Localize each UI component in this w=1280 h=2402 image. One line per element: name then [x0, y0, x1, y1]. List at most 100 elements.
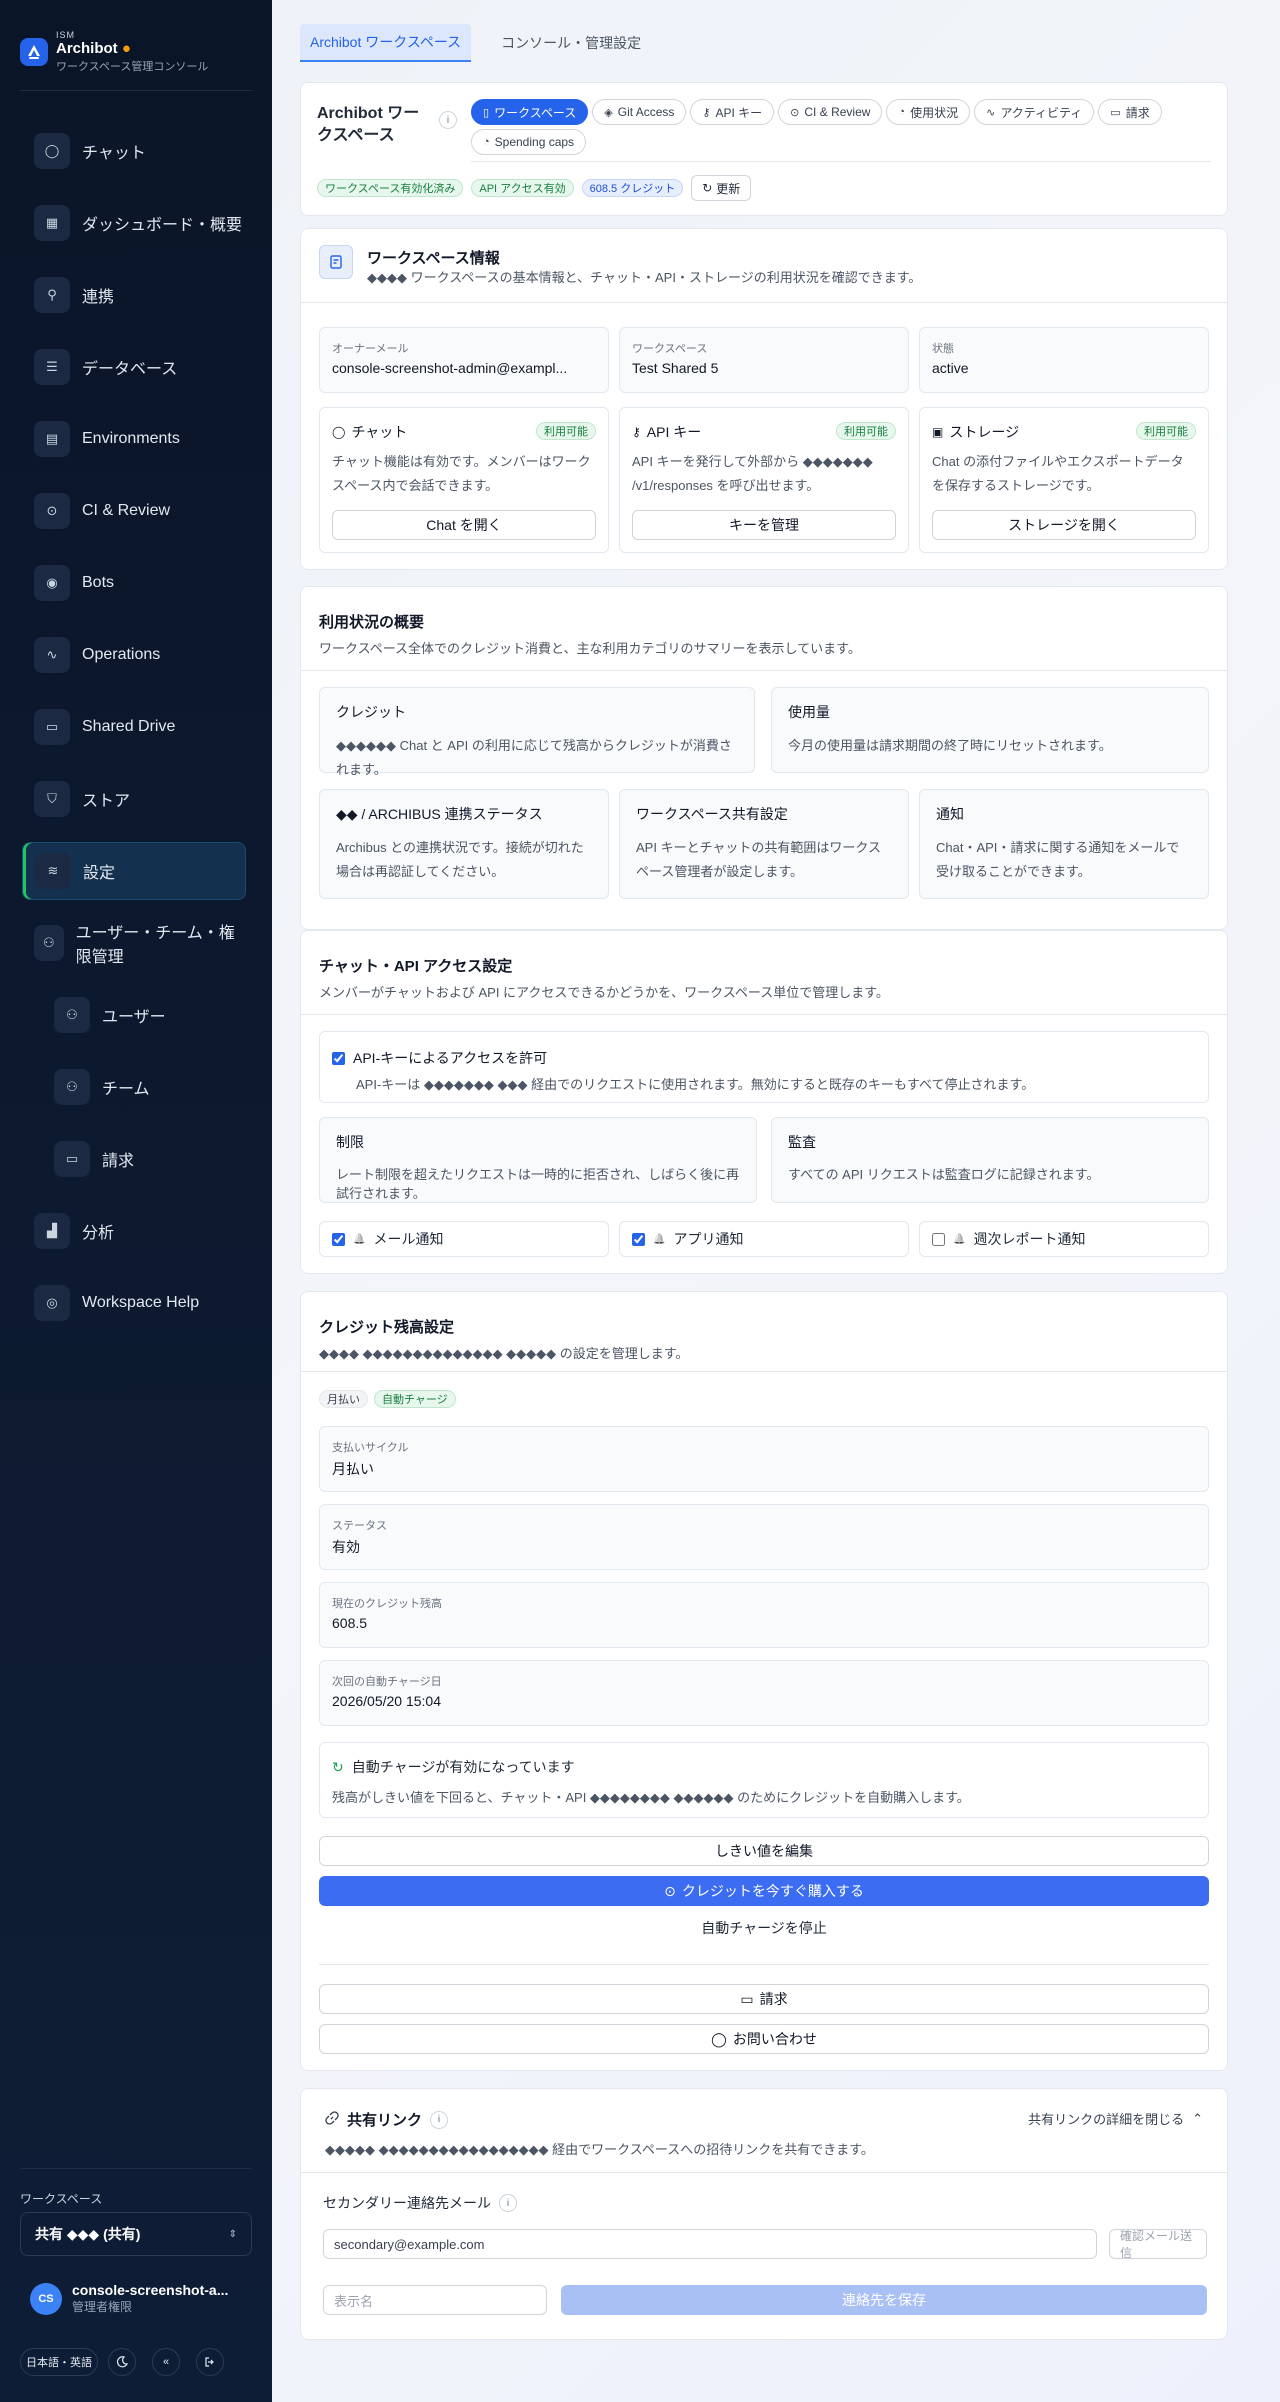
section-pills: ▯ ワークスペース ◈ Git Access ⚷ API キー ⊙ CI & Review ◔ 使…	[471, 99, 1211, 162]
section-title: ワークスペース情報	[367, 250, 500, 267]
sidebar-item[interactable]: ⛉ ストア	[22, 770, 246, 828]
server-icon: ▤	[34, 421, 70, 457]
sidebar-item[interactable]: ⚇ ユーザー・チーム・権限管理	[22, 914, 246, 972]
section-description: ◆◆◆◆ ◆◆◆◆◆◆◆◆◆◆◆◆◆◆ ◆◆◆◆◆ の設定を管理します。	[319, 1346, 689, 1361]
sidebar-item[interactable]: ⊙ CI & Review	[22, 482, 246, 540]
chat-icon: ◯	[711, 2030, 727, 2047]
sidebar-item[interactable]: ▭ 請求	[46, 1130, 246, 1188]
summary-description: 今月の使用量は請求期間の終了時にリセットされます。	[788, 738, 1112, 753]
language-button[interactable]: 日本語・英語	[20, 2348, 98, 2376]
sidebar-item[interactable]: ☰ データベース	[22, 338, 246, 396]
sidebar-item[interactable]: ◯ チャット	[22, 122, 246, 180]
check-circle-icon: ⊙	[34, 493, 70, 529]
tab-console[interactable]: コンソール・管理設定	[491, 24, 651, 62]
brand-tag: ISM	[56, 30, 76, 40]
info-icon[interactable]: i	[499, 2194, 517, 2212]
info-field-label: オーナーメール	[332, 343, 409, 355]
policy-title: 制限	[336, 1134, 364, 1150]
send-verification-button[interactable]: 確認メール送信	[1109, 2229, 1207, 2260]
summary-box: 使用量 今月の使用量は請求期間の終了時にリセットされます。	[771, 687, 1209, 773]
sidebar-item[interactable]: ⚇ チーム	[46, 1058, 246, 1116]
header-card: Archibot ワークスペース i ▯ ワークスペース ◈ Git Access ⚷ A…	[300, 82, 1228, 216]
summary-title: ワークスペース共有設定	[636, 806, 788, 822]
section-pill-label: 使用状況	[910, 105, 959, 120]
stop-auto-charge-link[interactable]: 自動チャージを停止	[319, 1918, 1209, 1938]
sidebar-item[interactable]: ⚲ 連携	[22, 266, 246, 324]
sidebar-item[interactable]: ◎ Workspace Help	[22, 1274, 246, 1332]
chevron-up-icon: ⌃	[1192, 2110, 1203, 2126]
summary-box: ◆◆ / ARCHIBUS 連携ステータス Archibus との連携状況です。接…	[319, 789, 609, 899]
refresh-button[interactable]: ↻ 更新	[691, 175, 752, 201]
feature-button[interactable]: ストレージを開く	[932, 510, 1196, 540]
sliders-icon: ≋	[35, 853, 71, 889]
save-contact-button[interactable]: 連絡先を保存	[561, 2285, 1207, 2315]
auto-charge-badge: 自動チャージ	[374, 1390, 456, 1408]
info-icon[interactable]: i	[439, 111, 457, 129]
display-name-field[interactable]: 表示名	[323, 2285, 547, 2315]
section-pill[interactable]: ◔ Spending caps	[471, 129, 587, 155]
notification-checkbox[interactable]	[332, 1232, 345, 1246]
section-pill-label: Spending caps	[494, 135, 575, 149]
info-field-value: console-screenshot-admin@exampl...	[332, 360, 568, 376]
sidebar-item[interactable]: ⚇ ユーザー	[46, 986, 246, 1044]
moon-icon[interactable]	[108, 2348, 136, 2376]
user-name: console-screenshot-a...	[72, 2282, 229, 2298]
user-menu[interactable]: CS console-screenshot-a... 管理者権限	[30, 2282, 228, 2315]
section-pill[interactable]: ⚷ API キー	[690, 99, 775, 125]
sidebar-item[interactable]: ▦ ダッシュボード・概要	[22, 194, 246, 252]
sidebar-item[interactable]: ▤ Environments	[22, 410, 246, 468]
sidebar-item[interactable]: ∿ Operations	[22, 626, 246, 684]
summary-box: ワークスペース共有設定 API キーとチャットの共有範囲はワークスペース管理者が設…	[619, 789, 909, 899]
summary-box: 通知 Chat・API・請求に関する通知をメールで受け取ることができます。	[919, 789, 1209, 899]
info-icon[interactable]: i	[430, 2110, 449, 2129]
section-pill[interactable]: ▭ 請求	[1098, 99, 1162, 125]
section-title: クレジット残高設定	[319, 1319, 455, 1336]
bell-icon: 🔔	[953, 1233, 966, 1245]
notification-checkbox[interactable]	[932, 1232, 945, 1246]
section-pill[interactable]: ▯ ワークスペース	[471, 99, 589, 125]
feature-description: チャット機能は有効です。メンバーはワークスペース内で会話できます。	[332, 454, 591, 493]
credit-field-label: 次回の自動チャージ日	[332, 1676, 442, 1688]
credit-field: 支払いサイクル 月払い	[319, 1426, 1209, 1492]
contact-button[interactable]: ◯ お問い合わせ	[319, 2024, 1209, 2054]
credit-field: 現在のクレジット残高 608.5	[319, 1582, 1209, 1648]
sidebar-item[interactable]: ◉ Bots	[22, 554, 246, 612]
status-badge: 利用可能	[1136, 422, 1196, 440]
sidebar-item[interactable]: ▟ 分析	[22, 1202, 246, 1260]
edit-threshold-button[interactable]: しきい値を編集	[319, 1836, 1209, 1866]
credit-field-label: 支払いサイクル	[332, 1442, 409, 1454]
api-access-card: チャット・API アクセス設定 メンバーがチャットおよび API にアクセスでき…	[300, 930, 1228, 1274]
logout-icon[interactable]	[196, 2348, 224, 2376]
summary-box: クレジット ◆◆◆◆◆◆ Chat と API の利用に応じて残高からクレジットが…	[319, 687, 755, 777]
top-tabs: Archibot ワークスペース コンソール・管理設定	[300, 24, 651, 62]
sidebar-item[interactable]: ▭ Shared Drive	[22, 698, 246, 756]
bot-icon: ◉	[34, 565, 70, 601]
credit-field: 次回の自動チャージ日 2026/05/20 15:04	[319, 1660, 1209, 1726]
section-pill[interactable]: ◈ Git Access	[592, 99, 687, 125]
feature-title: ストレージ	[949, 424, 1020, 440]
feature-button[interactable]: Chat を開く	[332, 510, 596, 540]
chat-icon: ◯	[34, 133, 70, 169]
secondary-email-field[interactable]: secondary@example.com	[323, 2229, 1097, 2259]
notification-toggle: 🔔 週次レポート通知	[919, 1221, 1209, 1257]
status-dot-icon: ●	[121, 40, 131, 57]
policy-title: 監査	[788, 1134, 816, 1150]
collapse-toggle[interactable]: 共有リンクの詳細を閉じる ⌃	[1028, 2109, 1203, 2128]
section-pill-label: アクティビティ	[1000, 105, 1083, 120]
buy-credits-button[interactable]: ⊙ クレジットを今すぐ購入する	[319, 1876, 1209, 1906]
info-field-value: active	[932, 360, 969, 376]
feature-button[interactable]: キーを管理	[632, 510, 896, 540]
tab-workspace[interactable]: Archibot ワークスペース	[300, 24, 472, 62]
billing-button[interactable]: ▭ 請求	[319, 1984, 1209, 2014]
doc-icon: ▯	[483, 106, 490, 119]
info-field-value: Test Shared 5	[632, 360, 719, 376]
api-access-checkbox[interactable]	[332, 1051, 345, 1065]
workspace-label: ワークスペース	[20, 2192, 103, 2206]
section-pill[interactable]: ∿ アクティビティ	[974, 99, 1095, 125]
collapse-sidebar-icon[interactable]: «	[152, 2348, 180, 2376]
sidebar-item[interactable]: ≋ 設定	[22, 842, 246, 900]
notification-checkbox[interactable]	[632, 1232, 645, 1246]
workspace-select[interactable]: 共有 ◆◆◆ (共有) ⇕	[20, 2212, 252, 2256]
section-pill[interactable]: ⊙ CI & Review	[778, 99, 883, 125]
section-pill[interactable]: ◔ 使用状況	[886, 99, 971, 125]
